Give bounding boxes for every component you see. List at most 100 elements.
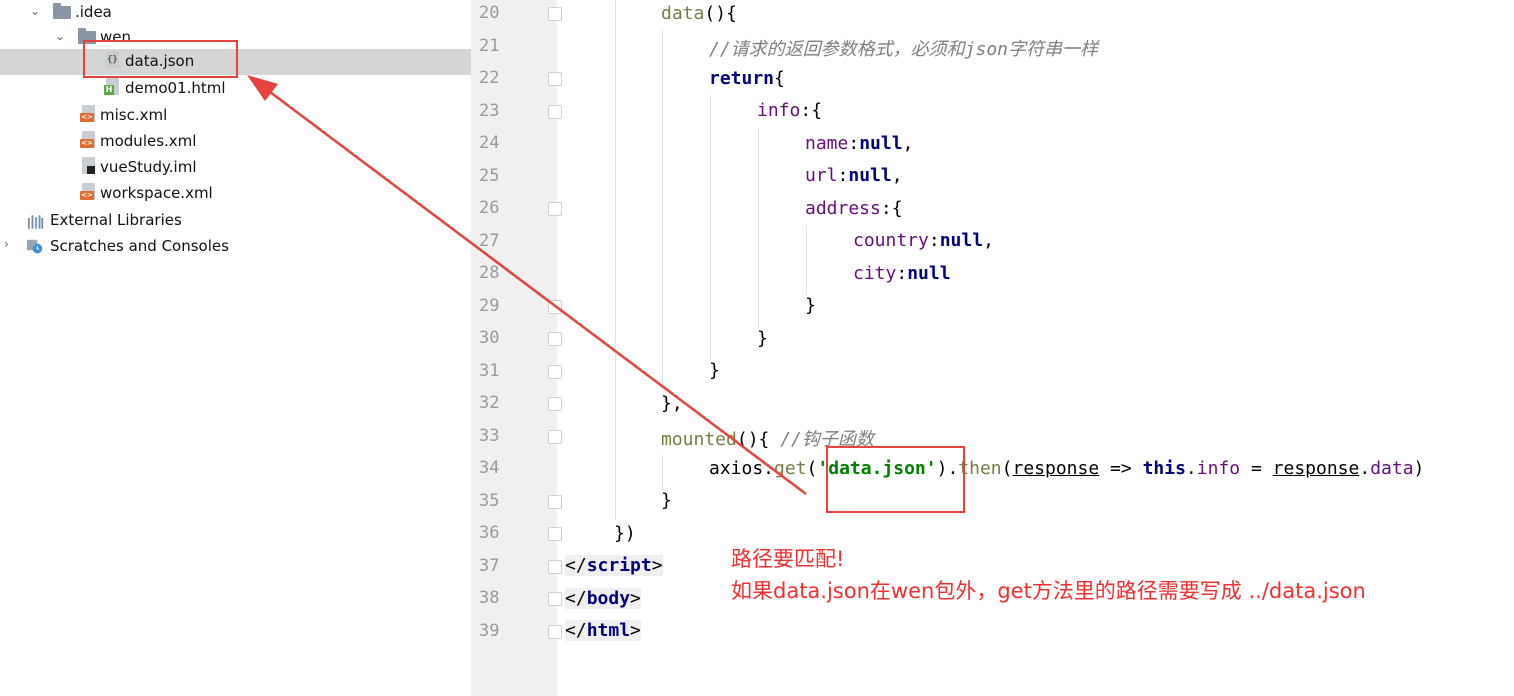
line-number: 22 [479, 68, 500, 88]
code-property: data [1370, 458, 1414, 479]
indent-guide [662, 455, 663, 490]
line-number: 39 [479, 621, 500, 641]
code-line-30: } [757, 328, 768, 349]
chevron-right-icon[interactable]: › [4, 237, 16, 251]
code-keyword: null [907, 263, 951, 284]
line-number: 34 [479, 458, 500, 478]
indent-guide [710, 95, 711, 360]
code-keyword: null [859, 133, 903, 154]
chevron-down-icon[interactable]: ⌄ [55, 29, 67, 43]
tree-item-label: modules.xml [100, 132, 197, 150]
code-token: . [1185, 458, 1197, 479]
code-token: : [848, 133, 860, 154]
code-token: } [757, 328, 768, 349]
code-token: </ [565, 620, 587, 641]
code-line-38: </body> [565, 588, 641, 609]
html-file-icon: H [104, 78, 119, 95]
line-number: 29 [479, 296, 500, 316]
code-line-39: </html> [565, 620, 641, 641]
line-number: 26 [479, 198, 500, 218]
code-token: => [1099, 458, 1143, 479]
libraries-icon [28, 215, 44, 229]
annotation-line-1: 路径要匹配! [731, 547, 845, 571]
code-token: > [630, 620, 641, 641]
code-line-35: } [661, 490, 672, 511]
line-number: 23 [479, 101, 500, 121]
code-property: url [805, 165, 838, 186]
tree-item-external-libraries[interactable]: External Libraries [0, 208, 471, 234]
code-line-25: url:null, [805, 165, 903, 186]
code-line-20: data(){ [661, 3, 737, 24]
code-line-28: city:null [853, 263, 951, 284]
indent-guide [758, 128, 759, 328]
tree-item-scratches-consoles[interactable]: › Scratches and Consoles [0, 234, 471, 260]
line-number: 38 [479, 588, 500, 608]
code-token: = [1240, 458, 1273, 479]
code-token: axios. [709, 458, 775, 479]
annotation-note: 路径要匹配! 如果data.json在wen包外，get方法里的路径需要写成 .… [731, 543, 1366, 607]
line-number: 25 [479, 166, 500, 186]
tree-item-modules-xml[interactable]: <> modules.xml [0, 129, 471, 155]
line-number: 37 [479, 556, 500, 576]
line-number: 28 [479, 263, 500, 283]
code-property: city [853, 263, 897, 284]
code-line-26: address:{ [805, 198, 903, 219]
line-number: 31 [479, 361, 500, 381]
line-number: 20 [479, 3, 500, 23]
code-token: data [661, 3, 705, 24]
tree-item-misc-xml[interactable]: <> misc.xml [0, 103, 471, 129]
xml-badge-icon: <> [80, 139, 94, 148]
code-line-31: } [709, 360, 720, 381]
code-token: } [709, 360, 720, 381]
code-token: } [661, 490, 672, 511]
code-token: get [774, 458, 807, 479]
code-token: , [983, 230, 994, 251]
code-keyword: return [709, 68, 775, 89]
code-token: : [928, 230, 940, 251]
line-number: 21 [479, 36, 500, 56]
code-line-27: country:null, [853, 230, 994, 251]
indent-guide [615, 0, 616, 520]
code-line-36: }) [614, 523, 636, 544]
code-token: > [630, 588, 641, 609]
tree-item-workspace-xml[interactable]: <> workspace.xml [0, 181, 471, 207]
code-token: :{ [880, 198, 903, 219]
code-property: country [853, 230, 929, 251]
xml-file-icon: <> [80, 131, 95, 148]
line-number: 27 [479, 231, 500, 251]
code-token: </ [565, 555, 587, 576]
code-token: } [805, 295, 816, 316]
code-line-21: //请求的返回参数格式，必须和json字符串一样 [709, 35, 1098, 61]
code-tag: body [586, 588, 631, 609]
code-token: { [774, 68, 785, 89]
folder-icon [53, 3, 71, 19]
code-line-32: }, [661, 393, 683, 414]
code-token: (){ [704, 3, 737, 24]
editor-gutter: 20 21 22 23 24 25 26 27 28 29 30 31 32 3… [471, 0, 562, 696]
code-line-37: </script> [565, 555, 663, 576]
line-number: 33 [479, 426, 500, 446]
code-token: : [837, 165, 849, 186]
code-token: : [896, 263, 908, 284]
code-keyword: null [939, 230, 984, 251]
tree-item-label: vueStudy.iml [100, 158, 197, 176]
iml-badge-icon [87, 166, 95, 174]
xml-file-icon: <> [80, 105, 95, 122]
line-number: 36 [479, 523, 500, 543]
code-token: , [902, 133, 914, 154]
code-tag: script [586, 555, 652, 576]
code-comment: //请求的返回参数格式，必须和json字符串一样 [709, 39, 1099, 60]
code-line-24: name:null, [805, 133, 913, 154]
tree-item-demo01-html[interactable]: H demo01.html [0, 76, 471, 102]
highlight-box-string [826, 446, 965, 513]
code-token: ( [806, 458, 818, 479]
tree-item-label: .idea [75, 3, 112, 21]
chevron-down-icon[interactable]: ⌄ [30, 4, 42, 18]
code-token: }, [661, 393, 683, 414]
tree-item-vuestudy-iml[interactable]: vueStudy.iml [0, 155, 471, 181]
tree-item-label: workspace.xml [100, 184, 213, 202]
tree-item-idea[interactable]: ⌄ .idea [0, 0, 471, 26]
code-property: info [1196, 458, 1241, 479]
tree-item-label: External Libraries [50, 211, 182, 229]
code-token: </ [565, 588, 587, 609]
